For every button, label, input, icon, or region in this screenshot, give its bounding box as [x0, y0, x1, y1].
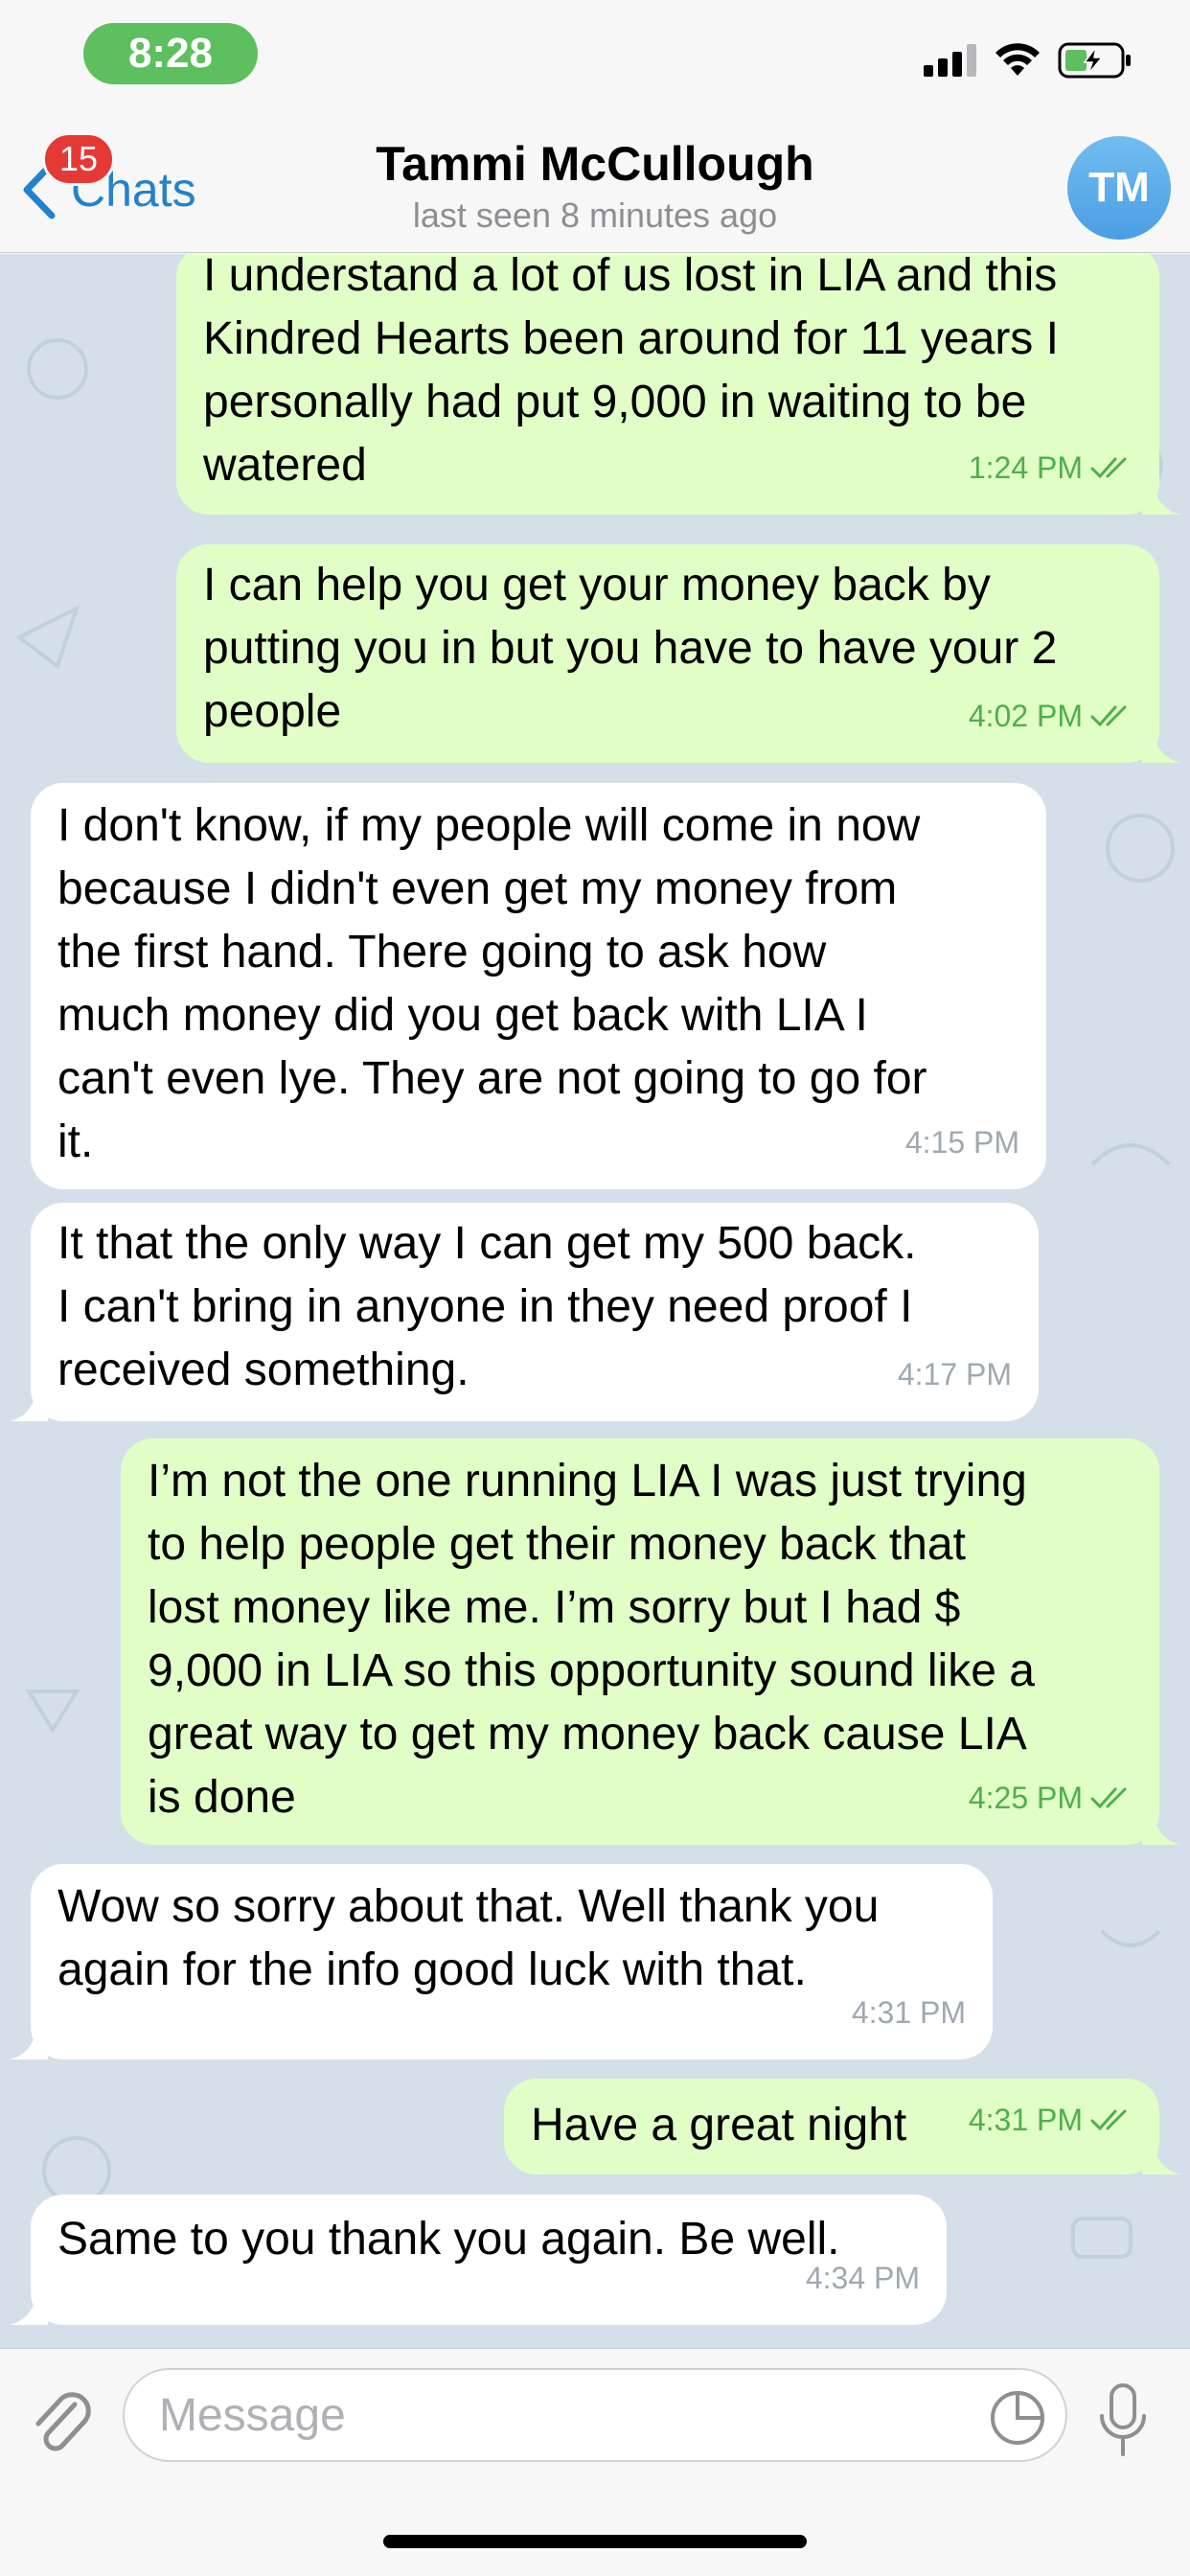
status-time: 8:28 [83, 23, 258, 84]
message-meta: 4:25 PM [969, 1766, 1133, 1829]
message-bubble-outgoing[interactable]: I’m not the one running LIA I was just t… [121, 1438, 1180, 1845]
message-bubble-incoming[interactable]: I don't know, if my people will come in … [31, 783, 1046, 1189]
message-meta: 1:24 PM [969, 436, 1133, 499]
message-meta: 4:34 PM [806, 2246, 920, 2310]
battery-charging-icon [1058, 42, 1131, 79]
status-bar: 8:28 [0, 0, 1190, 115]
home-indicator [383, 2535, 807, 2548]
message-bubble-outgoing[interactable]: I understand a lot of us lost in LIA and… [176, 254, 1180, 515]
double-check-icon [1090, 1787, 1127, 1809]
chat-title[interactable]: Tammi McCullough last seen 8 minutes ago [0, 136, 1190, 236]
bubble-tail [1142, 1806, 1180, 1845]
message-bubble-incoming[interactable]: Same to you thank you again. Be well. 4:… [10, 2195, 947, 2325]
bubble-tail [10, 2021, 48, 2059]
paperclip-icon[interactable] [31, 2383, 92, 2460]
message-bubble-incoming[interactable]: Wow so sorry about that. Well thank you … [10, 1864, 993, 2059]
message-field[interactable] [123, 2368, 1067, 2462]
message-time: 4:02 PM [968, 699, 1083, 733]
message-time: 4:17 PM [897, 1357, 1012, 1392]
message-bubble-outgoing[interactable]: Have a great night 4:31 PM [504, 2079, 1180, 2174]
sticker-icon[interactable] [989, 2389, 1046, 2447]
message-input-bar [0, 2348, 1190, 2576]
message-text: Wow so sorry about that. Well thank you … [57, 1881, 880, 1995]
message-bubble-outgoing[interactable]: I can help you get your money back by pu… [176, 544, 1180, 763]
message-time: 1:24 PM [968, 450, 1083, 485]
double-check-icon [1090, 705, 1127, 727]
bubble-tail [10, 2287, 48, 2325]
message-meta: 4:02 PM [969, 684, 1133, 748]
message-text: I don't know, if my people will come in … [57, 800, 927, 1167]
cellular-signal-icon [924, 44, 976, 77]
bubble-tail [1142, 2136, 1180, 2174]
message-meta: 4:31 PM [852, 1981, 966, 2044]
last-seen-status: last seen 8 minutes ago [412, 196, 778, 235]
wifi-icon [995, 43, 1040, 76]
bubble-tail [1142, 724, 1180, 763]
message-meta: 4:31 PM [969, 2088, 1133, 2151]
message-input[interactable] [159, 2370, 973, 2460]
message-time: 4:34 PM [805, 2261, 920, 2295]
bubble-tail [10, 1383, 48, 1421]
message-text: Have a great night [531, 2100, 907, 2150]
double-check-icon [1090, 457, 1127, 479]
message-text: It that the only way I can get my 500 ba… [57, 1218, 917, 1395]
message-time: 4:25 PM [968, 1781, 1083, 1815]
message-meta: 4:17 PM [898, 1343, 1012, 1406]
chat-header: Chats 15 Tammi McCullough last seen 8 mi… [0, 115, 1190, 253]
message-meta: 4:15 PM [905, 1111, 1019, 1174]
avatar[interactable]: TM [1067, 136, 1171, 240]
bubble-tail [1142, 476, 1180, 515]
message-time: 4:15 PM [904, 1125, 1019, 1160]
message-time: 4:31 PM [851, 1995, 966, 2030]
double-check-icon [1090, 2109, 1127, 2131]
message-time: 4:31 PM [968, 2103, 1083, 2137]
status-icons [924, 42, 1133, 79]
message-bubble-incoming[interactable]: It that the only way I can get my 500 ba… [10, 1203, 1039, 1421]
microphone-icon[interactable] [1094, 2381, 1152, 2458]
message-list[interactable]: I understand a lot of us lost in LIA and… [0, 254, 1190, 2348]
message-text: Same to you thank you again. Be well. [57, 2214, 840, 2265]
contact-name: Tammi McCullough [376, 137, 814, 191]
